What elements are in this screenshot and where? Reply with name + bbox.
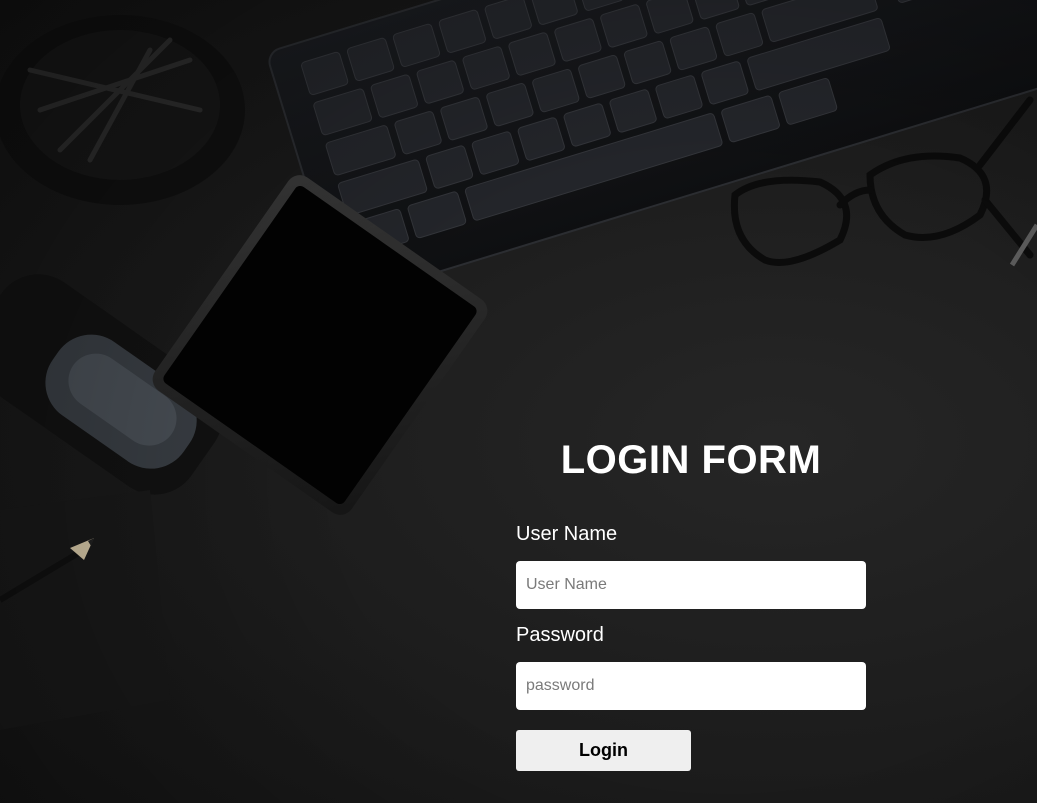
username-label: User Name [516,523,618,545]
login-page: LOGIN FORM User Name Password Login [0,0,1037,803]
password-label: Password [516,624,604,646]
login-form: LOGIN FORM User Name Password Login [516,432,866,771]
login-button[interactable]: Login [516,730,691,771]
username-input[interactable] [516,561,866,609]
form-title: LOGIN FORM [560,438,822,482]
password-input[interactable] [516,662,866,710]
